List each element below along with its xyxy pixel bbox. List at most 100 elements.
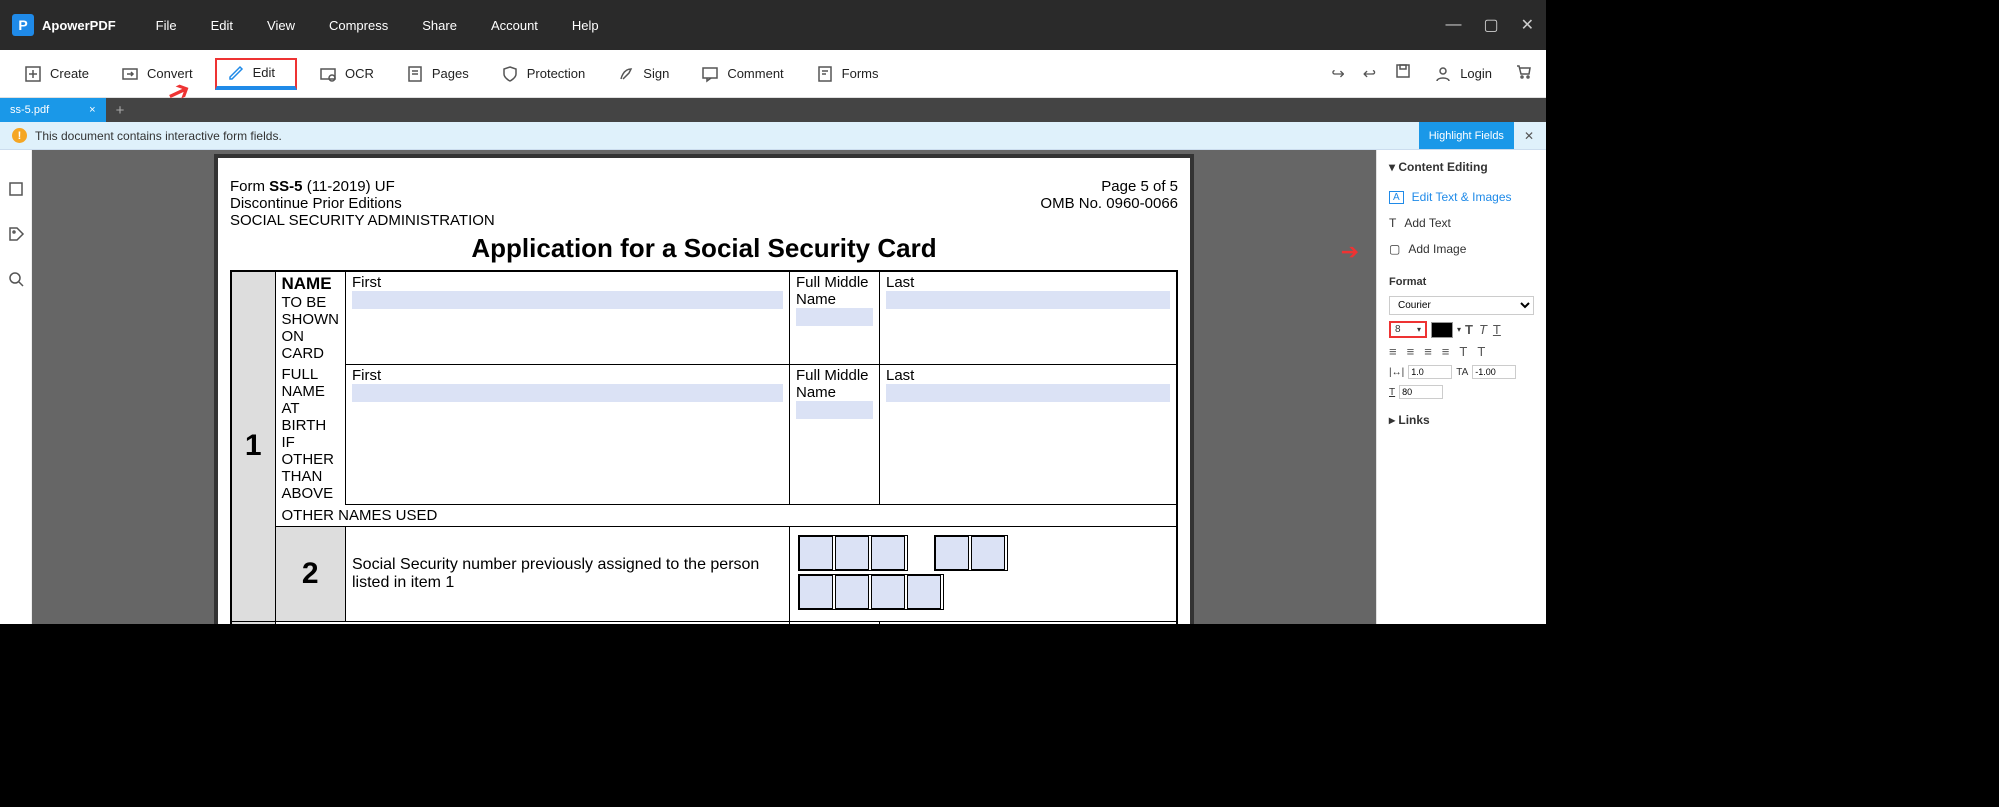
forms-label: Forms [842,66,879,81]
document-canvas[interactable]: Form SS-5 (11-2019) UF Discontinue Prior… [32,150,1376,624]
birth-last-field[interactable] [886,384,1170,402]
doc-title: Application for a Social Security Card [230,233,1178,264]
align-left-icon[interactable]: ≡ [1389,344,1397,359]
ssn-digit[interactable] [871,575,905,609]
save-icon[interactable] [1394,62,1412,85]
first-label: First [352,274,381,291]
login-label: Login [1460,66,1492,81]
font-color-swatch[interactable] [1431,322,1453,338]
undo-icon[interactable]: ↩ [1363,64,1376,84]
menu-help[interactable]: Help [572,18,599,33]
text-height-icon[interactable]: T [1459,344,1467,359]
ssn-digit[interactable] [935,536,969,570]
format-header: Format [1389,276,1534,288]
convert-icon [121,65,139,83]
menu-view[interactable]: View [267,18,295,33]
cart-icon[interactable] [1514,62,1532,85]
ssn-digit[interactable] [799,575,833,609]
menu-compress[interactable]: Compress [329,18,388,33]
protection-button[interactable]: Protection [491,59,596,89]
ifother-label: IF OTHER THAN ABOVE [282,434,335,502]
align-center-icon[interactable]: ≡ [1407,344,1415,359]
right-panel: ▾ Content Editing AEdit Text & Images TA… [1376,150,1546,624]
minimize-icon[interactable]: — [1445,16,1461,34]
edit-button[interactable]: Edit [215,58,297,90]
links-header[interactable]: ▸ Links [1389,413,1534,427]
pages-button[interactable]: Pages [396,59,479,89]
ssn-digit[interactable] [907,575,941,609]
letter-spacing-input[interactable] [1472,365,1516,379]
bold-icon[interactable]: T [1465,322,1473,337]
forms-icon [816,65,834,83]
edit-label: Edit [253,65,275,80]
middle-name-field[interactable] [796,308,873,326]
add-text-button[interactable]: TAdd Text [1389,210,1534,236]
ssn-digit[interactable] [835,536,869,570]
close-icon[interactable]: ✕ [1521,15,1534,35]
dob-label: DATEOFBIRTH [910,624,962,625]
user-icon [1434,65,1452,83]
char-spacing-icon: |↔| [1389,367,1404,378]
warning-icon: ! [12,128,27,143]
office-use-label: OfficeUse Only [796,624,873,625]
create-label: Create [50,66,89,81]
add-image-button[interactable]: ▢Add Image [1389,236,1534,262]
scale-input[interactable] [1399,385,1443,399]
text-t-icon: T [1389,216,1396,230]
menu-share[interactable]: Share [422,18,457,33]
text-width-icon[interactable]: T [1477,344,1485,359]
char-spacing-input[interactable] [1408,365,1452,379]
align-right-icon[interactable]: ≡ [1424,344,1432,359]
maximize-icon[interactable]: ▢ [1483,15,1498,35]
menu-edit[interactable]: Edit [211,18,233,33]
comment-button[interactable]: Comment [691,59,793,89]
comment-icon [701,65,719,83]
last-name-field[interactable] [886,291,1170,309]
name-label: NAME [282,274,332,293]
color-dropdown-icon[interactable]: ▾ [1457,325,1461,334]
forms-button[interactable]: Forms [806,59,889,89]
italic-icon[interactable]: T [1479,322,1487,337]
pencil-icon [227,64,245,82]
shown-on-card-label: TO BE SHOWN ON CARD [282,294,340,362]
left-rail [0,150,32,624]
othernames-label: OTHER NAMES USED [282,507,438,524]
search-icon[interactable] [7,270,25,293]
menu-account[interactable]: Account [491,18,538,33]
omb-number: OMB No. 0960-0066 [1040,195,1178,212]
text-a-icon: A [1389,191,1404,204]
menu-file[interactable]: File [156,18,177,33]
redo-icon[interactable]: ↪ [1331,64,1344,84]
ssn-digit[interactable] [799,536,833,570]
titlebar: P ApowerPDF File Edit View Compress Shar… [0,0,1546,50]
window-controls: — ▢ ✕ [1445,15,1534,35]
tab-add-icon[interactable]: + [116,102,125,119]
ssn-digit[interactable] [835,575,869,609]
align-justify-icon[interactable]: ≡ [1442,344,1450,359]
fullbirth-label: FULL NAME AT BIRTH [282,366,327,434]
birth-first-field[interactable] [352,384,783,402]
create-button[interactable]: Create [14,59,99,89]
font-family-select[interactable]: Courier [1389,296,1534,315]
font-size-input[interactable]: 8▾ [1389,321,1427,338]
highlight-fields-button[interactable]: Highlight Fields [1419,122,1514,149]
content-editing-header[interactable]: ▾ Content Editing [1389,160,1534,174]
file-tab[interactable]: ss-5.pdf × [0,98,106,122]
sign-button[interactable]: Sign [607,59,679,89]
underline-icon[interactable]: T [1493,322,1501,337]
ocr-button[interactable]: OCR [309,59,384,89]
thumbnail-icon[interactable] [7,180,25,203]
ssn-digit[interactable] [971,536,1005,570]
tab-filename: ss-5.pdf [10,104,49,116]
convert-button[interactable]: Convert [111,59,203,89]
login-button[interactable]: Login [1430,65,1496,83]
edit-text-images-button[interactable]: AEdit Text & Images [1389,184,1534,210]
first-name-field[interactable] [352,291,783,309]
tab-close-icon[interactable]: × [89,104,95,116]
infobar-close-icon[interactable]: ✕ [1524,129,1534,143]
ocr-label: OCR [345,66,374,81]
tag-icon[interactable] [7,225,25,248]
last-label: Last [886,274,914,291]
ssn-digit[interactable] [871,536,905,570]
birth-middle-field[interactable] [796,401,873,419]
